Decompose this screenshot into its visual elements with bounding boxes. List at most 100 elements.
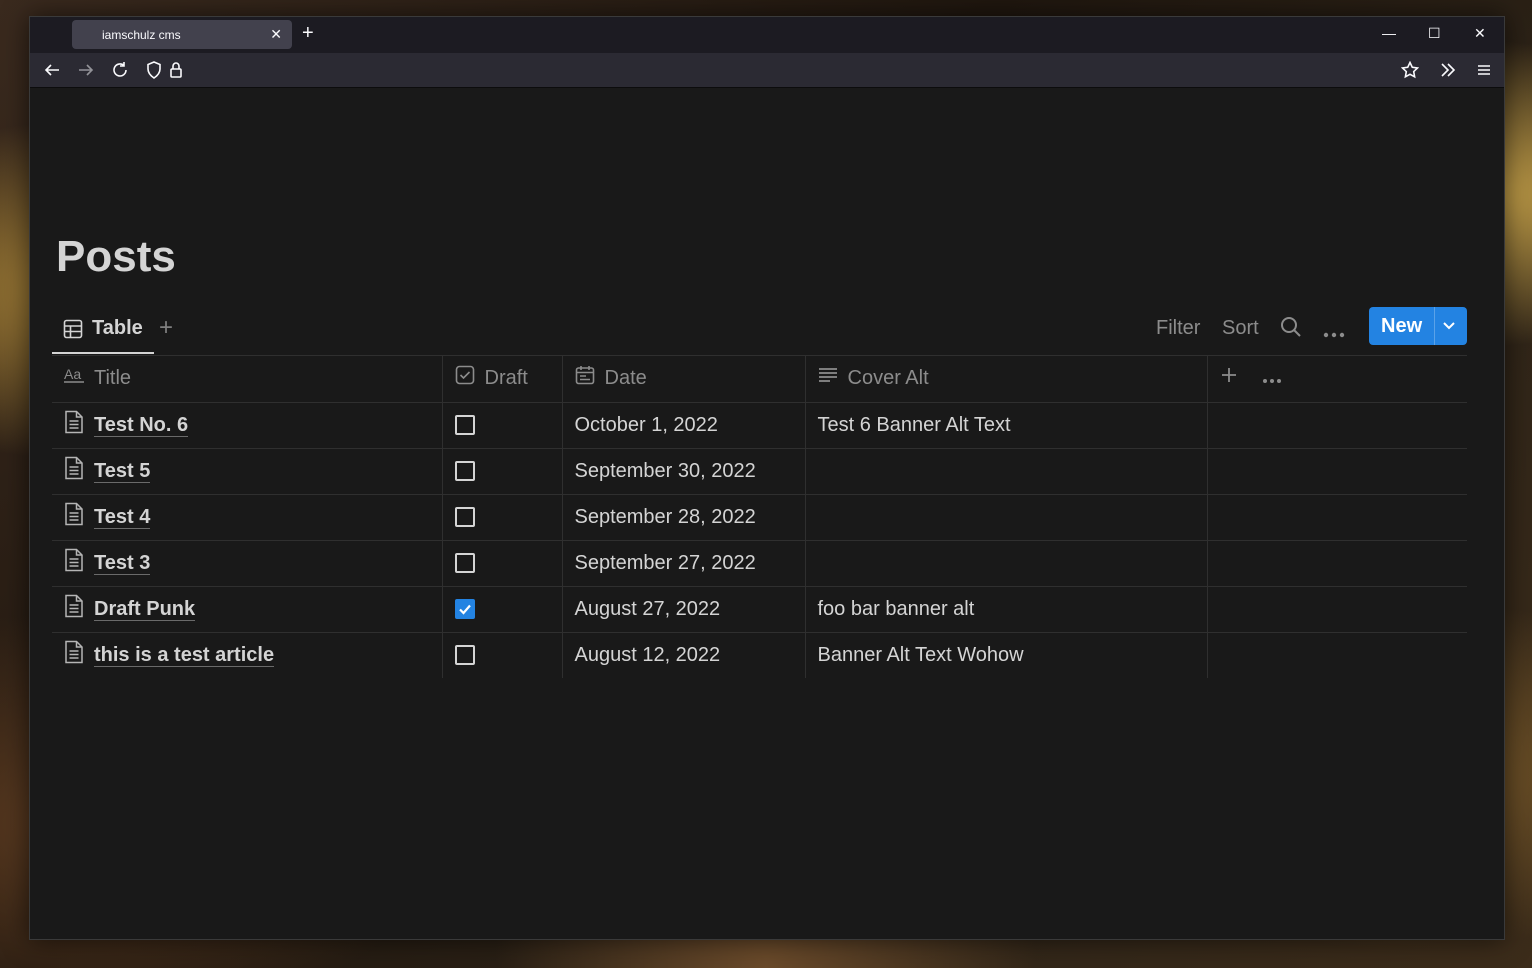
new-tab-button[interactable]: + — [302, 23, 314, 43]
cell-title[interactable]: Test 5 — [52, 448, 443, 495]
cell-empty — [1207, 586, 1467, 633]
page-icon — [64, 640, 84, 670]
column-header-date[interactable]: Date — [562, 355, 806, 403]
add-property-icon[interactable] — [1220, 366, 1238, 390]
cell-date[interactable]: September 30, 2022 — [562, 448, 806, 495]
page-icon — [64, 410, 84, 440]
page-content: Posts Table + Filter Sort New Aa Title D… — [30, 88, 1504, 939]
post-title-link[interactable]: Test 4 — [94, 506, 151, 529]
calendar-icon — [575, 365, 595, 391]
cell-date[interactable]: August 12, 2022 — [562, 632, 806, 678]
column-label-draft: Draft — [484, 366, 528, 389]
page-title: Posts — [56, 232, 176, 281]
chevrons-right-icon[interactable] — [1438, 61, 1458, 79]
post-cover-alt: foo bar banner alt — [817, 597, 975, 620]
draft-checkbox[interactable] — [454, 553, 475, 574]
star-icon[interactable] — [1400, 61, 1420, 79]
page-icon — [64, 456, 84, 486]
arrow-right-icon[interactable] — [76, 61, 96, 79]
draft-checkbox[interactable] — [454, 599, 475, 620]
table-header-row: Aa Title Draft Date Cover Alt — [52, 355, 1467, 403]
reload-icon[interactable] — [110, 61, 130, 79]
post-date: October 1, 2022 — [574, 413, 718, 436]
view-toolbar: Table + Filter Sort New — [52, 307, 1467, 356]
page-icon — [64, 594, 84, 624]
post-title-link[interactable]: Test 5 — [94, 460, 151, 483]
cell-title[interactable]: Test 4 — [52, 494, 443, 541]
filter-button[interactable]: Filter — [1156, 317, 1200, 340]
post-title-link[interactable]: Test 3 — [94, 552, 151, 575]
table-row[interactable]: Draft Punk August 27, 2022 foo bar banner … — [52, 586, 1467, 633]
cell-empty — [1207, 540, 1467, 587]
cell-draft — [442, 494, 563, 541]
cell-cover-alt[interactable] — [805, 448, 1208, 495]
post-date: August 27, 2022 — [574, 597, 721, 620]
maximize-button[interactable]: ☐ — [1428, 25, 1441, 41]
cell-draft — [442, 402, 563, 449]
draft-checkbox[interactable] — [454, 645, 475, 666]
column-label-date: Date — [604, 366, 647, 389]
table-row[interactable]: Test 5 September 30, 2022 — [52, 448, 1467, 495]
aa-icon: Aa — [64, 366, 84, 390]
cell-title[interactable]: Test No. 6 — [52, 402, 443, 449]
posts-table: Aa Title Draft Date Cover Alt Test No. 6… — [52, 355, 1467, 678]
page-icon — [64, 548, 84, 578]
tab-close-icon[interactable]: ✕ — [270, 26, 282, 42]
draft-checkbox[interactable] — [454, 507, 475, 528]
shield-icon[interactable] — [144, 61, 164, 79]
draft-checkbox[interactable] — [454, 461, 475, 482]
column-header-draft[interactable]: Draft — [442, 355, 563, 403]
search-icon[interactable] — [1280, 316, 1302, 343]
cell-cover-alt[interactable]: Test 6 Banner Alt Text — [805, 402, 1208, 449]
cell-cover-alt[interactable] — [805, 540, 1208, 587]
cell-date[interactable]: August 27, 2022 — [562, 586, 806, 633]
cell-draft — [442, 586, 563, 633]
cell-title[interactable]: Test 3 — [52, 540, 443, 587]
cell-cover-alt[interactable] — [805, 494, 1208, 541]
arrow-left-icon[interactable] — [42, 61, 62, 79]
cell-date[interactable]: October 1, 2022 — [562, 402, 806, 449]
cell-empty — [1207, 632, 1467, 678]
browser-tab[interactable]: iamschulz cms ✕ — [72, 20, 292, 49]
table-row[interactable]: Test 4 September 28, 2022 — [52, 494, 1467, 541]
cell-date[interactable]: September 28, 2022 — [562, 494, 806, 541]
cell-title[interactable]: this is a test article — [52, 632, 443, 678]
cell-date[interactable]: September 27, 2022 — [562, 540, 806, 587]
lock-icon[interactable] — [166, 61, 186, 79]
minimize-button[interactable]: — — [1382, 25, 1396, 41]
table-row[interactable]: Test No. 6 October 1, 2022 Test 6 Banner A… — [52, 402, 1467, 449]
post-title-link[interactable]: Test No. 6 — [94, 414, 189, 437]
post-date: September 30, 2022 — [574, 459, 756, 482]
table-row[interactable]: this is a test article August 12, 2022 Ban… — [52, 632, 1467, 678]
chevron-down-icon[interactable] — [1442, 319, 1456, 338]
column-header-cover-alt[interactable]: Cover Alt — [805, 355, 1208, 403]
post-cover-alt: Banner Alt Text Wohow — [817, 643, 1024, 666]
column-more-icon[interactable] — [1262, 367, 1282, 390]
cell-cover-alt[interactable]: foo bar banner alt — [805, 586, 1208, 633]
post-title-link[interactable]: this is a test article — [94, 644, 275, 667]
cell-cover-alt[interactable]: Banner Alt Text Wohow — [805, 632, 1208, 678]
hamburger-menu-icon[interactable] — [1474, 61, 1494, 79]
post-date: September 28, 2022 — [574, 505, 756, 528]
cell-empty — [1207, 448, 1467, 495]
browser-tab-title: iamschulz cms — [102, 28, 181, 42]
draft-checkbox[interactable] — [454, 415, 475, 436]
more-icon[interactable] — [1323, 325, 1345, 343]
text-lines-icon — [818, 366, 838, 390]
sort-button[interactable]: Sort — [1222, 317, 1259, 340]
new-button[interactable]: New — [1369, 307, 1467, 345]
tab-table-view[interactable]: Table — [52, 307, 154, 354]
cell-draft — [442, 448, 563, 495]
cell-empty — [1207, 402, 1467, 449]
post-title-link[interactable]: Draft Punk — [94, 598, 196, 621]
post-cover-alt: Test 6 Banner Alt Text — [817, 413, 1011, 436]
cell-title[interactable]: Draft Punk — [52, 586, 443, 633]
browser-navbar — [30, 53, 1504, 88]
table-row[interactable]: Test 3 September 27, 2022 — [52, 540, 1467, 587]
checkbox-icon — [455, 365, 475, 391]
close-window-button[interactable]: ✕ — [1474, 25, 1486, 41]
page-icon — [64, 502, 84, 532]
add-view-button[interactable]: + — [159, 314, 173, 342]
cell-draft — [442, 540, 563, 587]
column-header-title[interactable]: Aa Title — [52, 355, 443, 403]
